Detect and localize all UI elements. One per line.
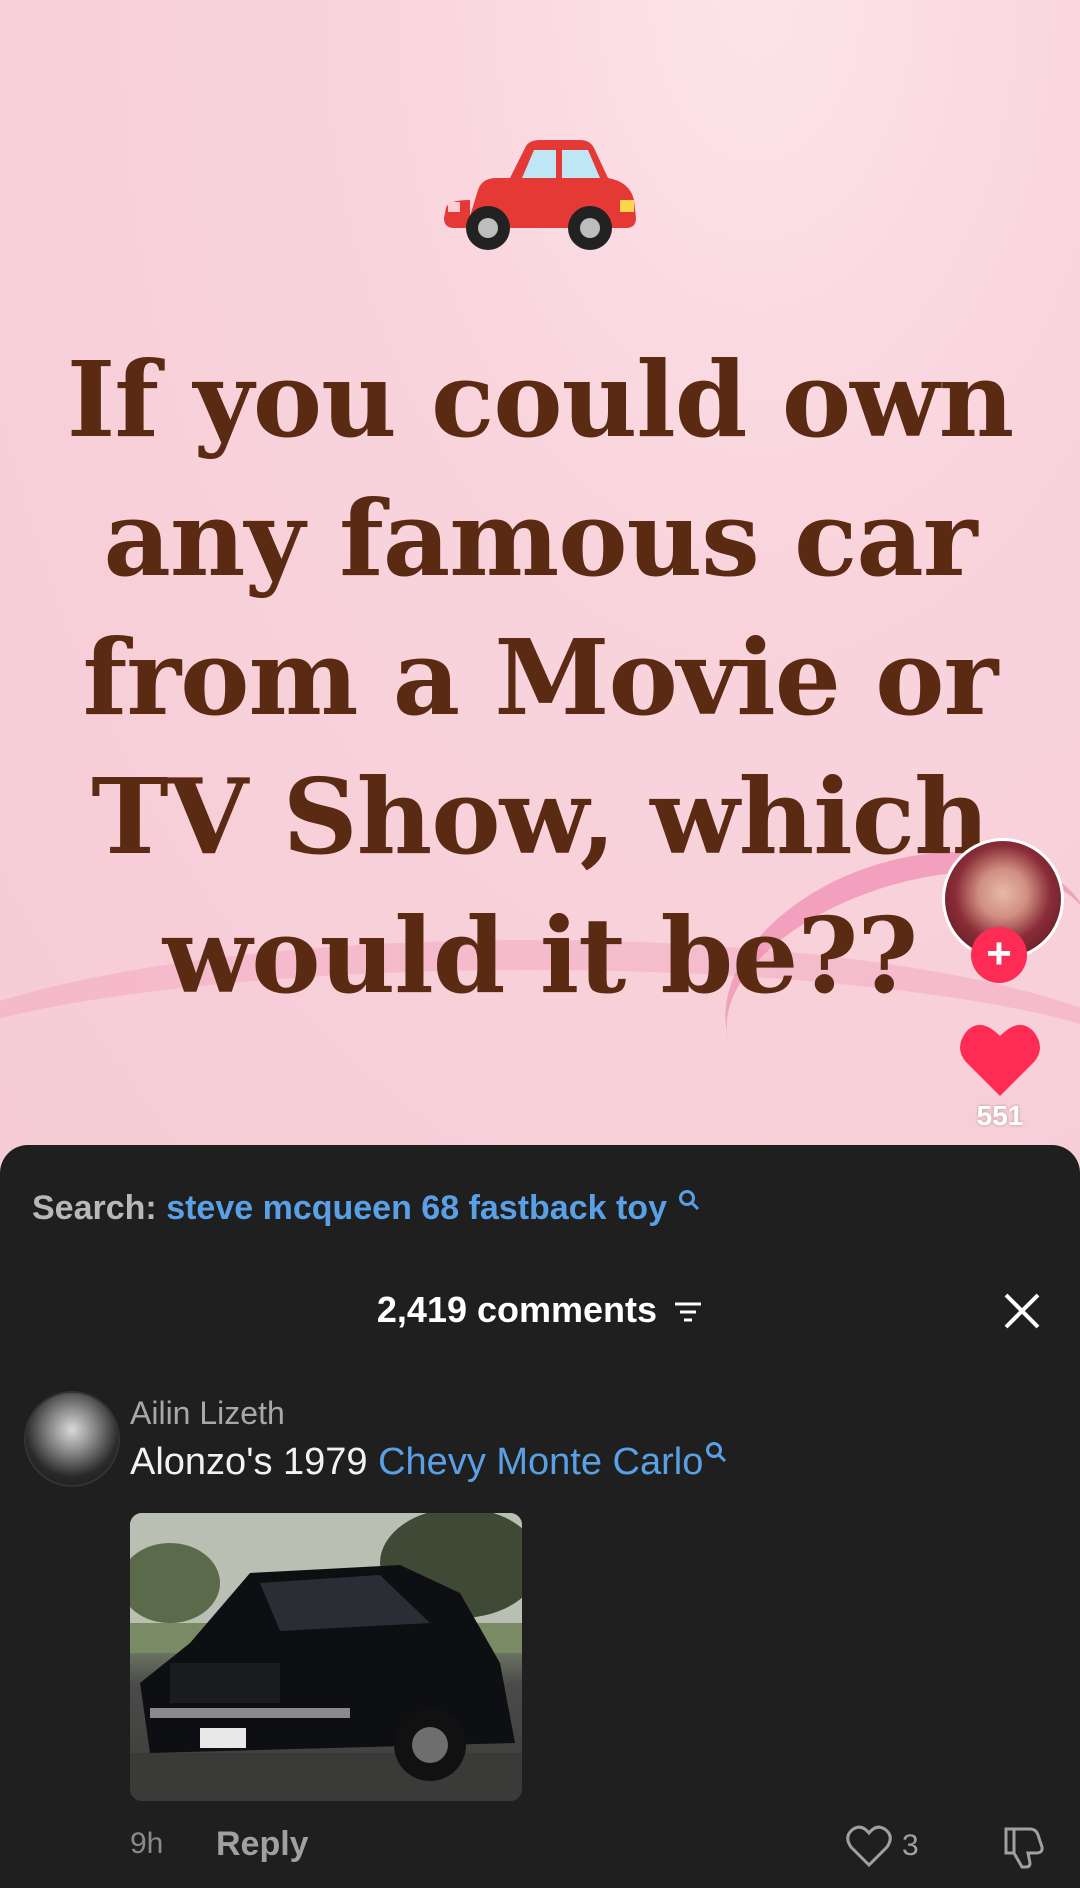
comment-image[interactable] bbox=[130, 1513, 522, 1801]
car-photo-illustration bbox=[130, 1513, 522, 1801]
video-headline: If you could own any famous car from a M… bbox=[66, 338, 1014, 1017]
comment-like-icon[interactable] bbox=[846, 1825, 892, 1869]
search-magnifier-icon bbox=[679, 1190, 700, 1211]
comments-header[interactable]: 2,419 comments bbox=[0, 1289, 1080, 1331]
comment-search-link[interactable]: Chevy Monte Carlo bbox=[378, 1441, 703, 1483]
video-area[interactable]: If you could own any famous car from a M… bbox=[0, 0, 1080, 1160]
like-count: 551 bbox=[976, 1100, 1024, 1131]
avatar[interactable] bbox=[24, 1391, 120, 1487]
search-suggestion[interactable]: Search: steve mcqueen 68 fastback toy bbox=[32, 1189, 700, 1228]
comment-like-count: 3 bbox=[902, 1829, 919, 1862]
comment-author[interactable]: Ailin Lizeth bbox=[130, 1395, 285, 1432]
follow-plus-icon[interactable]: + bbox=[971, 927, 1027, 983]
comment-timestamp: 9h bbox=[130, 1827, 164, 1860]
sort-icon[interactable] bbox=[673, 1300, 703, 1324]
reply-button[interactable]: Reply bbox=[216, 1825, 309, 1864]
comments-sheet: Search: steve mcqueen 68 fastback toy 2,… bbox=[0, 1145, 1080, 1888]
dislike-icon[interactable] bbox=[1000, 1825, 1046, 1869]
search-magnifier-icon bbox=[706, 1442, 727, 1463]
comments-count: 2,419 comments bbox=[376, 1289, 658, 1330]
search-term[interactable]: steve mcqueen 68 fastback toy bbox=[166, 1189, 667, 1227]
heart-icon[interactable] bbox=[958, 1020, 1042, 1098]
comment-text-prefix: Alonzo's 1979 bbox=[130, 1441, 379, 1483]
comment-text: Alonzo's 1979 Chevy Monte Carlo bbox=[130, 1441, 727, 1484]
close-icon[interactable] bbox=[1002, 1291, 1042, 1331]
search-label: Search: bbox=[32, 1189, 157, 1227]
car-icon bbox=[444, 140, 636, 250]
